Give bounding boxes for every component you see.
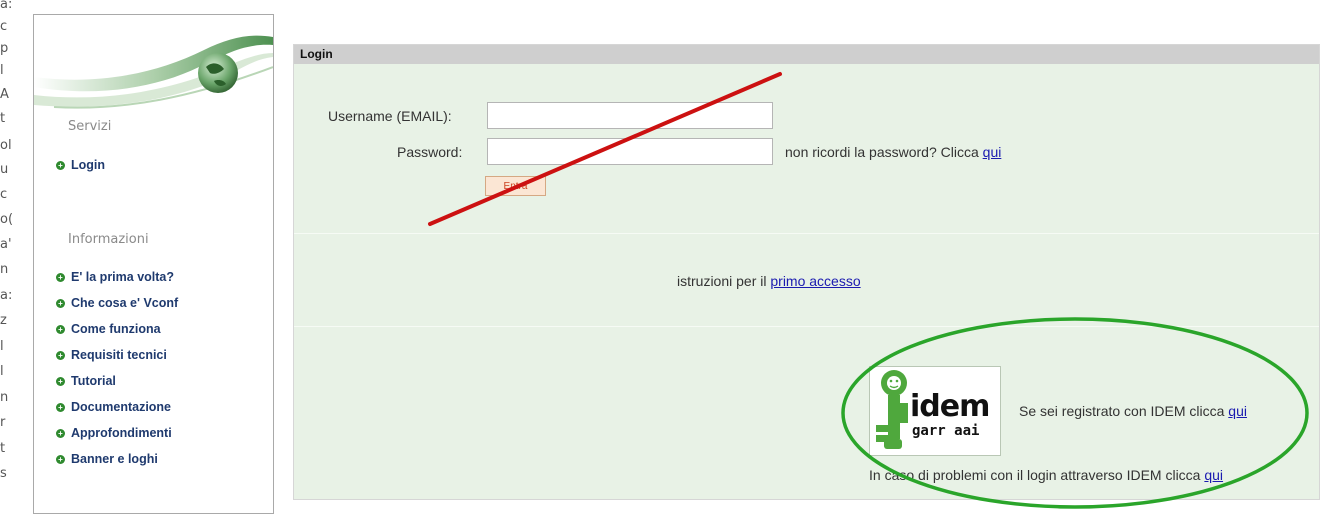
edge-letter: t	[0, 111, 6, 126]
idem-problems-label: In caso di problemi con il login attrave…	[869, 467, 1201, 483]
idem-login-link[interactable]: qui	[1228, 403, 1247, 419]
forgot-password-text: non ricordi la password? Clicca qui	[785, 144, 1001, 160]
section-title-servizi: Servizi	[68, 119, 112, 134]
edge-letter: a'	[0, 237, 12, 252]
idem-registered-label: Se sei registrato con IDEM clicca	[1019, 403, 1225, 419]
edge-letter: s	[0, 466, 7, 481]
section-divider	[294, 233, 1319, 234]
sidebar-item-label: Come funziona	[71, 322, 161, 336]
sidebar-item-che-cosa[interactable]: + Che cosa e' Vconf	[56, 293, 178, 313]
cut-off-text-strip: a: c p l A t ol u c o( a' n a: z l l n r…	[0, 0, 12, 521]
edge-letter: c	[0, 187, 8, 202]
edge-letter: o(	[0, 212, 12, 227]
edge-letter: n	[0, 390, 9, 405]
edge-letter: r	[0, 415, 6, 430]
sidebar-item-label: Login	[71, 158, 106, 172]
edge-letter: u	[0, 162, 9, 177]
sidebar-item-label: Che cosa e' Vconf	[71, 296, 179, 310]
plus-bullet-icon: +	[56, 272, 65, 282]
sidebar-banner-image	[34, 15, 273, 115]
plus-bullet-icon: +	[56, 454, 65, 464]
edge-letter: l	[0, 63, 4, 78]
plus-bullet-icon: +	[56, 298, 65, 308]
idem-problems-link[interactable]: qui	[1204, 467, 1223, 483]
edge-letter: A	[0, 87, 9, 102]
edge-letter: z	[0, 313, 7, 328]
plus-bullet-icon: +	[56, 376, 65, 386]
idem-problems-text: In caso di problemi con il login attrave…	[869, 467, 1223, 483]
edge-letter: t	[0, 441, 6, 456]
edge-letter: a:	[0, 288, 12, 303]
edge-letter: n	[0, 262, 9, 277]
edge-letter: ol	[0, 138, 12, 153]
idem-logo-text: idem	[910, 389, 990, 424]
edge-letter: l	[0, 339, 4, 354]
forgot-password-link[interactable]: qui	[983, 144, 1002, 160]
plus-bullet-icon: +	[56, 402, 65, 412]
panel-header: Login	[294, 45, 1319, 64]
login-panel: Login Username (EMAIL): Password: non ri…	[293, 44, 1320, 500]
sidebar-item-label: Approfondimenti	[71, 426, 172, 440]
sidebar-item-tutorial[interactable]: + Tutorial	[56, 371, 116, 391]
username-label: Username (EMAIL):	[328, 108, 452, 124]
plus-bullet-icon: +	[56, 160, 65, 170]
first-access-label: istruzioni per il	[677, 273, 767, 289]
idem-logo-subtext: garr aai	[912, 423, 980, 439]
section-divider	[294, 326, 1319, 327]
sidebar-item-banner-loghi[interactable]: + Banner e loghi	[56, 449, 158, 469]
idem-logo[interactable]: idem garr aai	[869, 366, 1001, 456]
sidebar-item-label: E' la prima volta?	[71, 270, 175, 284]
edge-letter: a:	[0, 0, 12, 12]
plus-bullet-icon: +	[56, 350, 65, 360]
sidebar-item-label: Banner e loghi	[71, 452, 158, 466]
username-input[interactable]	[487, 102, 773, 129]
edge-letter: p	[0, 41, 9, 56]
sidebar-item-label: Tutorial	[71, 374, 116, 388]
sidebar-item-label: Requisiti tecnici	[71, 348, 167, 362]
sidebar-item-requisiti[interactable]: + Requisiti tecnici	[56, 345, 167, 365]
section-title-informazioni: Informazioni	[68, 232, 149, 247]
edge-letter: l	[0, 364, 4, 379]
edge-letter: c	[0, 19, 8, 34]
first-access-text: istruzioni per il primo accesso	[677, 273, 861, 289]
password-input[interactable]	[487, 138, 773, 165]
idem-registered-text: Se sei registrato con IDEM clicca qui	[1019, 403, 1247, 419]
sidebar-item-come-funziona[interactable]: + Come funziona	[56, 319, 161, 339]
sidebar-item-approfondimenti[interactable]: + Approfondimenti	[56, 423, 172, 443]
plus-bullet-icon: +	[56, 324, 65, 334]
sidebar-item-prima-volta[interactable]: + E' la prima volta?	[56, 267, 174, 287]
sidebar-item-login[interactable]: + Login	[56, 155, 105, 175]
plus-bullet-icon: +	[56, 428, 65, 438]
first-access-link[interactable]: primo accesso	[770, 273, 860, 289]
forgot-password-label: non ricordi la password? Clicca	[785, 144, 979, 160]
sidebar-item-label: Documentazione	[71, 400, 172, 414]
sidebar: Servizi + Login Informazioni + E' la pri…	[33, 14, 274, 514]
sidebar-item-documentazione[interactable]: + Documentazione	[56, 397, 171, 417]
login-submit-button[interactable]: Entra	[485, 176, 546, 196]
password-label: Password:	[397, 144, 463, 160]
